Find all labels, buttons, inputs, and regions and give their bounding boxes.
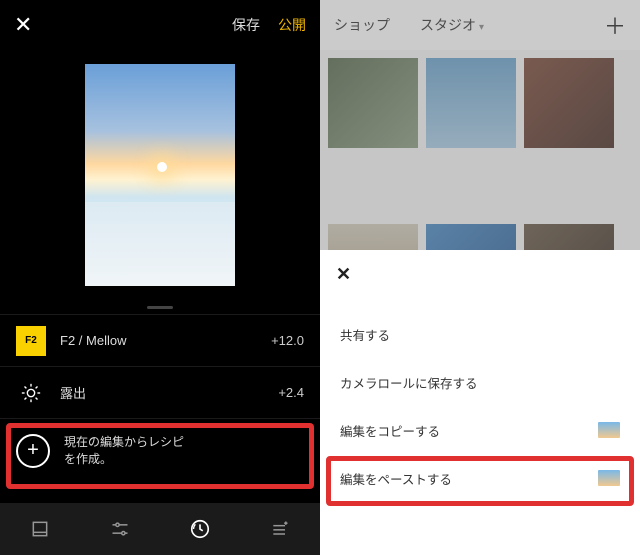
grid-thumb[interactable] bbox=[524, 58, 614, 148]
plus-circle-icon: + bbox=[16, 434, 50, 468]
bottom-toolbar bbox=[0, 503, 320, 555]
exposure-row[interactable]: 露出 +2.4 bbox=[0, 366, 320, 418]
editor-header: ✕ 保存 公開 bbox=[0, 0, 320, 50]
grid-thumb[interactable] bbox=[328, 58, 418, 148]
sliders-tab-icon[interactable] bbox=[108, 517, 132, 541]
preview-area[interactable] bbox=[0, 50, 320, 300]
paste-edits-action[interactable]: 編集をペーストする bbox=[320, 454, 640, 502]
shop-tab[interactable]: ショップ bbox=[334, 15, 390, 35]
save-button[interactable]: 保存 bbox=[232, 15, 260, 35]
chevron-down-icon: ▾ bbox=[479, 22, 484, 33]
add-button[interactable]: ＋ bbox=[604, 9, 626, 41]
action-label: 編集をコピーする bbox=[340, 421, 440, 440]
exposure-label: 露出 bbox=[60, 383, 278, 402]
studio-tab[interactable]: スタジオ▾ bbox=[420, 15, 604, 35]
drag-handle[interactable] bbox=[0, 300, 320, 314]
action-label: 編集をペーストする bbox=[340, 469, 452, 488]
filter-name: F2 / Mellow bbox=[60, 333, 271, 348]
close-icon[interactable]: ✕ bbox=[336, 264, 351, 285]
close-icon[interactable]: ✕ bbox=[14, 12, 32, 38]
exposure-value: +2.4 bbox=[278, 385, 304, 400]
grid-thumb[interactable] bbox=[426, 58, 516, 148]
action-label: カメラロールに保存する bbox=[340, 373, 478, 392]
action-sheet: ✕ 共有する カメラロールに保存する 編集をコピーする 編集をペーストする bbox=[320, 250, 640, 555]
filter-badge: F2 bbox=[16, 326, 46, 356]
filter-value: +12.0 bbox=[271, 333, 304, 348]
presets-tab-icon[interactable] bbox=[28, 517, 52, 541]
studio-pane: ショップ スタジオ▾ ＋ ✕ 共有する カメラ bbox=[320, 0, 640, 555]
preview-image bbox=[85, 64, 235, 286]
history-tab-icon[interactable] bbox=[188, 517, 212, 541]
create-recipe-row[interactable]: + 現在の編集からレシピを作成。 bbox=[0, 418, 320, 482]
thumb-icon bbox=[598, 470, 620, 486]
save-to-cameraroll-action[interactable]: カメラロールに保存する bbox=[320, 358, 640, 406]
share-action[interactable]: 共有する bbox=[320, 310, 640, 358]
recipes-tab-icon[interactable] bbox=[268, 517, 292, 541]
exposure-icon bbox=[16, 378, 46, 408]
editor-pane: ✕ 保存 公開 F2 F2 / Mellow +12.0 bbox=[0, 0, 320, 555]
recipe-label: 現在の編集からレシピを作成。 bbox=[64, 434, 184, 466]
publish-button[interactable]: 公開 bbox=[278, 15, 306, 35]
action-label: 共有する bbox=[340, 325, 390, 344]
filter-row[interactable]: F2 F2 / Mellow +12.0 bbox=[0, 314, 320, 366]
thumb-icon bbox=[598, 422, 620, 438]
studio-header: ショップ スタジオ▾ ＋ bbox=[320, 0, 640, 50]
copy-edits-action[interactable]: 編集をコピーする bbox=[320, 406, 640, 454]
